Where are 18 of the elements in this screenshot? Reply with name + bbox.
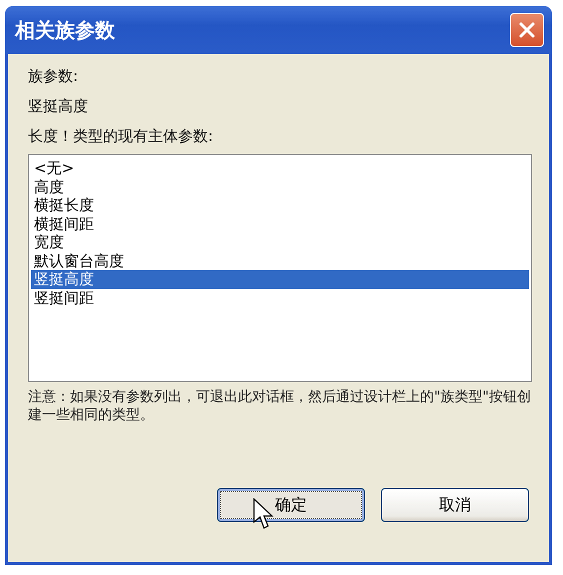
- field-label: 族参数:: [28, 66, 80, 86]
- close-button[interactable]: [510, 13, 544, 47]
- list-item[interactable]: 竖挺高度: [31, 270, 529, 288]
- parameter-value: 竖挺高度: [28, 96, 89, 116]
- cursor-icon: [253, 498, 275, 530]
- list-item[interactable]: 默认窗台高度: [31, 252, 529, 270]
- ok-button[interactable]: 确定: [217, 488, 365, 522]
- list-item[interactable]: 竖挺间距: [31, 288, 529, 307]
- cancel-button[interactable]: 取消: [381, 488, 529, 522]
- close-icon: [518, 21, 536, 39]
- list-item[interactable]: 宽度: [31, 233, 529, 252]
- list-item[interactable]: 高度: [31, 178, 529, 196]
- window-title: 相关族参数: [15, 16, 115, 44]
- list-label: 长度！类型的现有主体参数:: [28, 126, 214, 146]
- note-text: 注意：如果没有参数列出，可退出此对话框，然后通过设计栏上的"族类型"按钮创建一些相同的类型。: [28, 388, 532, 424]
- list-item[interactable]: 横挺间距: [31, 214, 529, 233]
- list-item[interactable]: <无>: [31, 159, 529, 178]
- list-item[interactable]: 横挺长度: [31, 196, 529, 214]
